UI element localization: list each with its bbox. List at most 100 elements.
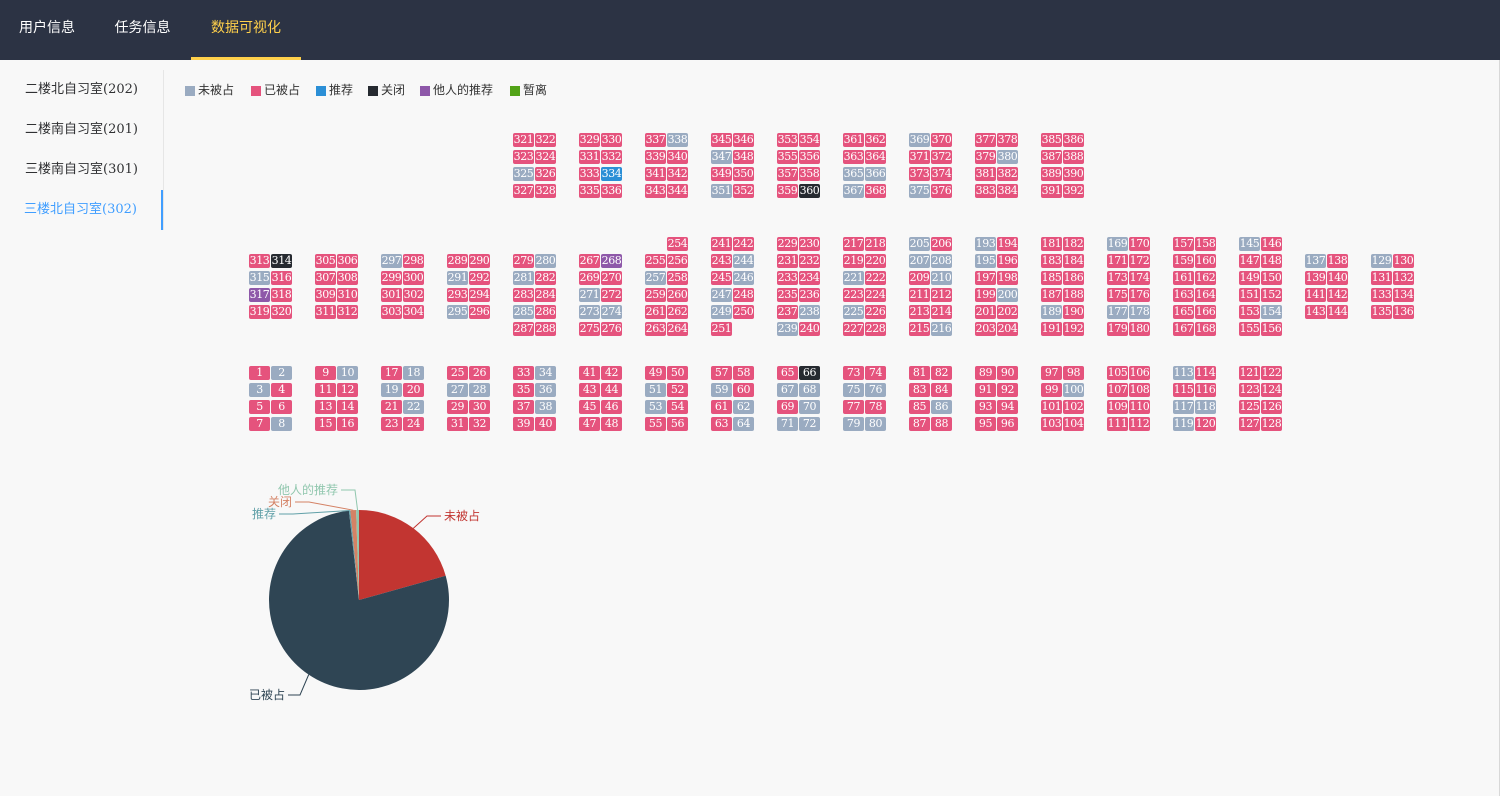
seat-256[interactable]: 256 [667, 254, 688, 268]
seat-180[interactable]: 180 [1129, 322, 1150, 336]
seat-235[interactable]: 235 [777, 288, 798, 302]
seat-41[interactable]: 41 [579, 366, 600, 380]
seat-380[interactable]: 380 [997, 150, 1018, 164]
seat-17[interactable]: 17 [381, 366, 402, 380]
seat-367[interactable]: 367 [843, 184, 864, 198]
seat-138[interactable]: 138 [1327, 254, 1348, 268]
seat-57[interactable]: 57 [711, 366, 732, 380]
seat-360[interactable]: 360 [799, 184, 820, 198]
seat-86[interactable]: 86 [931, 400, 952, 414]
seat-191[interactable]: 191 [1041, 322, 1062, 336]
seat-268[interactable]: 268 [601, 254, 622, 268]
seat-351[interactable]: 351 [711, 184, 732, 198]
seat-263[interactable]: 263 [645, 322, 666, 336]
seat-274[interactable]: 274 [601, 305, 622, 319]
seat-309[interactable]: 309 [315, 288, 336, 302]
seat-33[interactable]: 33 [513, 366, 534, 380]
seat-77[interactable]: 77 [843, 400, 864, 414]
seat-15[interactable]: 15 [315, 417, 336, 431]
seat-301[interactable]: 301 [381, 288, 402, 302]
seat-240[interactable]: 240 [799, 322, 820, 336]
seat-336[interactable]: 336 [601, 184, 622, 198]
seat-206[interactable]: 206 [931, 237, 952, 251]
seat-386[interactable]: 386 [1063, 133, 1084, 147]
seat-319[interactable]: 319 [249, 305, 270, 319]
seat-135[interactable]: 135 [1371, 305, 1392, 319]
seat-232[interactable]: 232 [799, 254, 820, 268]
seat-168[interactable]: 168 [1195, 322, 1216, 336]
seat-302[interactable]: 302 [403, 288, 424, 302]
seat-16[interactable]: 16 [337, 417, 358, 431]
seat-377[interactable]: 377 [975, 133, 996, 147]
seat-163[interactable]: 163 [1173, 288, 1194, 302]
seat-19[interactable]: 19 [381, 383, 402, 397]
seat-213[interactable]: 213 [909, 305, 930, 319]
seat-331[interactable]: 331 [579, 150, 600, 164]
seat-272[interactable]: 272 [601, 288, 622, 302]
seat-11[interactable]: 11 [315, 383, 336, 397]
seat-53[interactable]: 53 [645, 400, 666, 414]
seat-205[interactable]: 205 [909, 237, 930, 251]
seat-313[interactable]: 313 [249, 254, 270, 268]
seat-58[interactable]: 58 [733, 366, 754, 380]
seat-221[interactable]: 221 [843, 271, 864, 285]
seat-259[interactable]: 259 [645, 288, 666, 302]
seat-60[interactable]: 60 [733, 383, 754, 397]
seat-197[interactable]: 197 [975, 271, 996, 285]
seat-352[interactable]: 352 [733, 184, 754, 198]
seat-207[interactable]: 207 [909, 254, 930, 268]
seat-293[interactable]: 293 [447, 288, 468, 302]
room-item-202[interactable]: 二楼北自习室(202) [0, 70, 163, 110]
seat-164[interactable]: 164 [1195, 288, 1216, 302]
seat-198[interactable]: 198 [997, 271, 1018, 285]
seat-282[interactable]: 282 [535, 271, 556, 285]
seat-346[interactable]: 346 [733, 133, 754, 147]
seat-92[interactable]: 92 [997, 383, 1018, 397]
seat-167[interactable]: 167 [1173, 322, 1194, 336]
seat-91[interactable]: 91 [975, 383, 996, 397]
seat-381[interactable]: 381 [975, 167, 996, 181]
seat-242[interactable]: 242 [733, 237, 754, 251]
seat-37[interactable]: 37 [513, 400, 534, 414]
seat-291[interactable]: 291 [447, 271, 468, 285]
room-item-201[interactable]: 二楼南自习室(201) [0, 110, 163, 150]
seat-332[interactable]: 332 [601, 150, 622, 164]
seat-378[interactable]: 378 [997, 133, 1018, 147]
seat-366[interactable]: 366 [865, 167, 886, 181]
seat-28[interactable]: 28 [469, 383, 490, 397]
seat-338[interactable]: 338 [667, 133, 688, 147]
seat-10[interactable]: 10 [337, 366, 358, 380]
seat-241[interactable]: 241 [711, 237, 732, 251]
seat-88[interactable]: 88 [931, 417, 952, 431]
seat-185[interactable]: 185 [1041, 271, 1062, 285]
seat-328[interactable]: 328 [535, 184, 556, 198]
seat-65[interactable]: 65 [777, 366, 798, 380]
seat-156[interactable]: 156 [1261, 322, 1282, 336]
seat-95[interactable]: 95 [975, 417, 996, 431]
seat-356[interactable]: 356 [799, 150, 820, 164]
seat-125[interactable]: 125 [1239, 400, 1260, 414]
seat-68[interactable]: 68 [799, 383, 820, 397]
seat-150[interactable]: 150 [1261, 271, 1282, 285]
seat-286[interactable]: 286 [535, 305, 556, 319]
seat-334[interactable]: 334 [601, 167, 622, 181]
seat-308[interactable]: 308 [337, 271, 358, 285]
seat-323[interactable]: 323 [513, 150, 534, 164]
tab-data-visualization[interactable]: 数据可视化 [191, 0, 301, 60]
seat-100[interactable]: 100 [1063, 383, 1084, 397]
seat-364[interactable]: 364 [865, 150, 886, 164]
seat-384[interactable]: 384 [997, 184, 1018, 198]
seat-204[interactable]: 204 [997, 322, 1018, 336]
seat-361[interactable]: 361 [843, 133, 864, 147]
seat-329[interactable]: 329 [579, 133, 600, 147]
seat-154[interactable]: 154 [1261, 305, 1282, 319]
seat-81[interactable]: 81 [909, 366, 930, 380]
seat-314[interactable]: 314 [271, 254, 292, 268]
seat-106[interactable]: 106 [1129, 366, 1150, 380]
seat-330[interactable]: 330 [601, 133, 622, 147]
seat-174[interactable]: 174 [1129, 271, 1150, 285]
seat-98[interactable]: 98 [1063, 366, 1084, 380]
seat-202[interactable]: 202 [997, 305, 1018, 319]
pie-slice-0[interactable] [359, 510, 446, 600]
seat-22[interactable]: 22 [403, 400, 424, 414]
